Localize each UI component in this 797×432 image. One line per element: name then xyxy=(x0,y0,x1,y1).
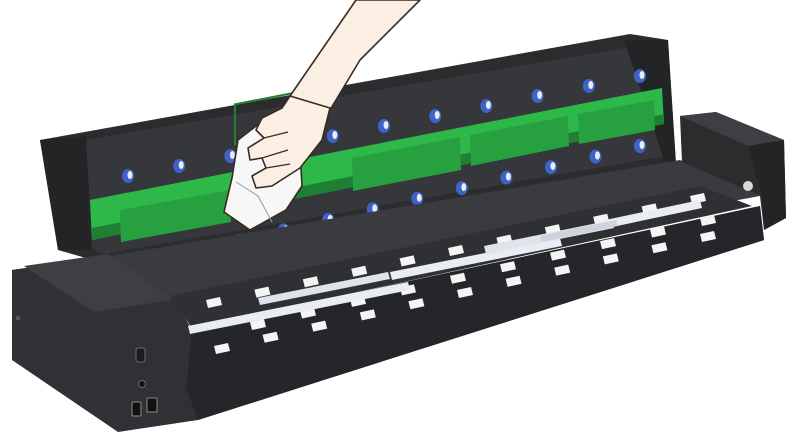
lock-icon xyxy=(138,380,146,388)
roller-5 xyxy=(378,119,390,133)
roller-1 xyxy=(173,159,186,173)
right-end-knob-icon xyxy=(743,181,753,191)
lid-left-bracket xyxy=(40,136,92,250)
roller-19 xyxy=(500,170,513,185)
left-end-screw xyxy=(15,315,21,321)
scanner-drawing xyxy=(12,0,786,432)
roller-22 xyxy=(634,139,646,153)
roller-20 xyxy=(544,160,557,175)
roller-4 xyxy=(326,129,339,143)
roller-21 xyxy=(589,149,602,164)
roller-7 xyxy=(480,99,493,113)
power-switch-icon xyxy=(135,347,146,363)
roller-0 xyxy=(122,169,134,183)
roller-10 xyxy=(634,69,646,83)
lan-icon xyxy=(146,397,158,413)
roller-6 xyxy=(429,109,442,123)
scanner-illustration xyxy=(0,0,797,432)
roller-18 xyxy=(455,181,468,196)
roller-9 xyxy=(582,79,595,93)
roller-8 xyxy=(531,89,544,103)
usb-icon xyxy=(131,401,142,417)
